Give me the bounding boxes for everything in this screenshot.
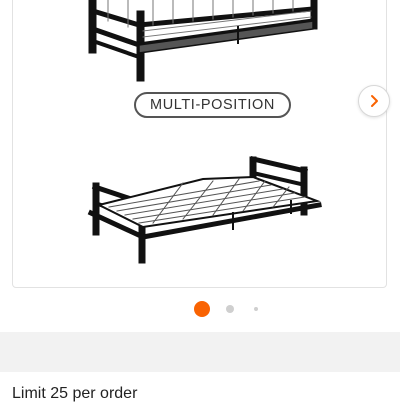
chevron-right-icon bbox=[371, 95, 378, 107]
futon-lounger-illustration bbox=[87, 156, 322, 264]
product-image-card[interactable]: MULTI-POSITION bbox=[12, 0, 390, 288]
pagination-dot[interactable] bbox=[254, 307, 258, 311]
gallery-pagination bbox=[0, 301, 400, 317]
multi-position-badge: MULTI-POSITION bbox=[134, 92, 291, 118]
pagination-dot[interactable] bbox=[226, 305, 234, 313]
order-limit-text: Limit 25 per order bbox=[12, 385, 138, 402]
futon-frame-image bbox=[87, 0, 322, 264]
futon-upright-illustration bbox=[88, 0, 318, 82]
section-divider bbox=[0, 332, 400, 372]
pagination-dot-active[interactable] bbox=[194, 301, 210, 317]
next-image-button[interactable] bbox=[358, 85, 390, 117]
